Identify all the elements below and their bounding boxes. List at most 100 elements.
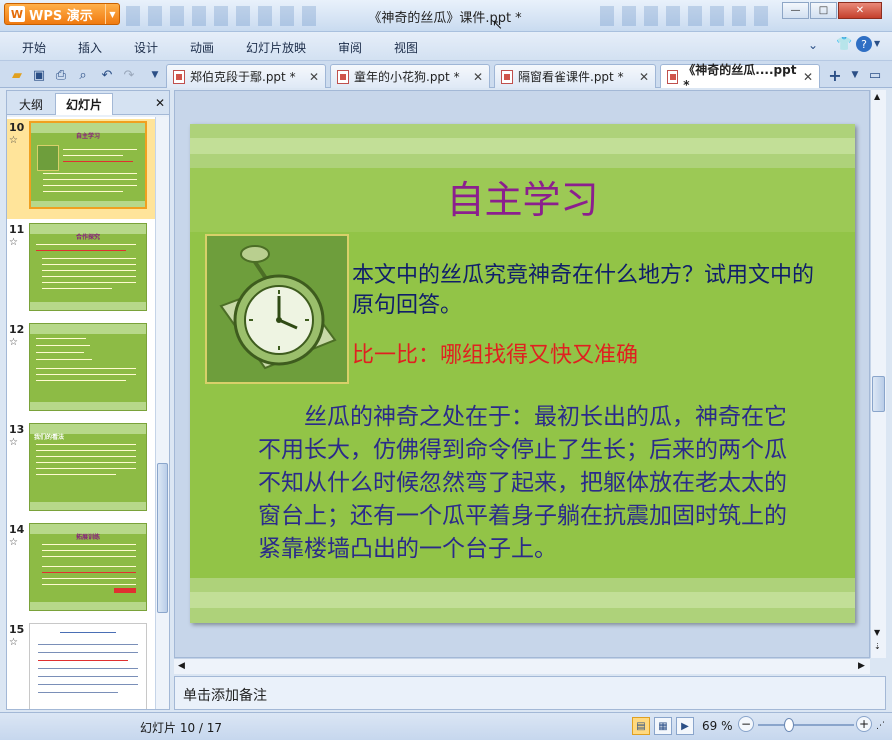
slide-number: 15 bbox=[9, 623, 25, 636]
skin-icon[interactable]: 👕 bbox=[836, 37, 852, 52]
new-tab-icon[interactable]: + bbox=[826, 66, 844, 85]
tab-doc-2[interactable]: 童年的小花狗.ppt * ✕ bbox=[330, 64, 490, 88]
thumbnail-title: 合作探究 bbox=[75, 234, 100, 241]
resize-grip-icon[interactable]: ⋰ bbox=[876, 721, 885, 731]
blurred-toolbar bbox=[126, 6, 316, 26]
animation-star-icon: ☆ bbox=[9, 135, 18, 146]
current-slide[interactable]: 自主学习 本文中的丝瓜究竟神奇在什么地方？试用文中的原句回答。 比一比：哪组找得… bbox=[190, 124, 855, 623]
print-preview-icon[interactable]: ⌕ bbox=[74, 66, 92, 84]
close-tab-icon[interactable]: ✕ bbox=[803, 70, 813, 84]
ppt-file-icon bbox=[667, 69, 679, 84]
thumbnail-title: 拓展训练 bbox=[75, 534, 100, 541]
help-dropdown-icon[interactable]: ▼ bbox=[874, 39, 880, 48]
alarm-clock-clipart[interactable] bbox=[205, 234, 349, 384]
slide-thumbnail-list: 10 ☆ 自主学习 11 ☆ 合作探究 12 ☆ 13 ☆ 我们的看法 14 ☆… bbox=[7, 117, 155, 709]
slide-thumbnail-11[interactable]: 11 ☆ 合作探究 bbox=[7, 221, 155, 321]
customize-quickbar-icon[interactable]: ▼ bbox=[146, 66, 164, 84]
close-tab-icon[interactable]: ✕ bbox=[639, 70, 649, 84]
slide-number: 12 bbox=[9, 323, 25, 336]
animation-star-icon: ☆ bbox=[9, 337, 18, 348]
slide-thumbnail-14[interactable]: 14 ☆ 拓展训练 bbox=[7, 521, 155, 621]
help-icon[interactable]: ? bbox=[856, 36, 872, 52]
ppt-file-icon bbox=[173, 69, 185, 84]
notes-pane[interactable]: 单击添加备注 bbox=[174, 676, 886, 710]
zoom-out-icon[interactable]: − bbox=[738, 716, 754, 732]
menu-review[interactable]: 审阅 bbox=[338, 39, 362, 56]
thumbnail-preview bbox=[29, 323, 147, 411]
zoom-in-icon[interactable]: + bbox=[856, 716, 872, 732]
maximize-button[interactable]: □ bbox=[810, 2, 837, 19]
animation-star-icon: ☆ bbox=[9, 237, 18, 248]
tab-slides[interactable]: 幻灯片 bbox=[55, 93, 114, 115]
close-tab-icon[interactable]: ✕ bbox=[309, 70, 319, 84]
tab-doc-3[interactable]: 隔窗看雀课件.ppt * ✕ bbox=[494, 64, 656, 88]
slide-title[interactable]: 自主学习 bbox=[190, 169, 855, 224]
notes-placeholder: 单击添加备注 bbox=[183, 688, 267, 704]
challenge-text[interactable]: 比一比：哪组找得又快又准确 bbox=[352, 337, 638, 369]
slide-thumbnail-10[interactable]: 10 ☆ 自主学习 bbox=[7, 119, 155, 219]
tab-list-icon[interactable]: ▼ bbox=[846, 66, 864, 84]
close-panel-icon[interactable]: ✕ bbox=[155, 96, 165, 110]
question-text[interactable]: 本文中的丝瓜究竟神奇在什么地方？试用文中的原句回答。 bbox=[352, 261, 832, 321]
menu-slideshow[interactable]: 幻灯片放映 bbox=[246, 39, 306, 56]
menu-view[interactable]: 视图 bbox=[394, 39, 418, 56]
print-icon[interactable]: ⎙ bbox=[52, 66, 70, 84]
window-layout-icon[interactable]: ▭ bbox=[866, 66, 884, 84]
status-bar: 幻灯片 10 / 17 ▤ ▦ ▶ 69 % − + ⋰ bbox=[0, 712, 892, 740]
scroll-right-icon[interactable]: ▶ bbox=[858, 661, 865, 671]
title-bar: W WPS 演示 ▼ 《神奇的丝瓜》课件.ppt * ↖ — □ ✕ bbox=[0, 0, 892, 32]
scroll-left-icon[interactable]: ◀ bbox=[178, 661, 185, 671]
wps-app-menu-button[interactable]: W WPS 演示 ▼ bbox=[4, 3, 120, 25]
scroll-up-icon[interactable]: ▲ bbox=[874, 92, 880, 101]
thumbnail-preview: 我们的看法 bbox=[29, 423, 147, 511]
zoom-slider-track[interactable] bbox=[758, 724, 854, 726]
panel-tabs: 大纲 幻灯片 ✕ bbox=[7, 91, 169, 115]
blurred-toolbar-right bbox=[600, 6, 770, 26]
document-tab-bar: ▰ ▣ ⎙ ⌕ ↶ ↷ ▼ 郑伯克段于鄢.ppt * ✕ 童年的小花狗.ppt … bbox=[0, 60, 892, 92]
animation-star-icon: ☆ bbox=[9, 437, 18, 448]
window-title: 《神奇的丝瓜》课件.ppt * bbox=[368, 11, 522, 26]
next-slide-icon[interactable]: ⇣ bbox=[874, 642, 881, 651]
slide-counter: 幻灯片 10 / 17 bbox=[140, 721, 223, 735]
menu-design[interactable]: 设计 bbox=[134, 39, 158, 56]
answer-text[interactable]: 丝瓜的神奇之处在于：最初长出的瓜，神奇在它不用长大，仿佛得到命令停止了生长；后来… bbox=[258, 401, 803, 566]
minimize-button[interactable]: — bbox=[782, 2, 809, 19]
scroll-down-icon[interactable]: ▼ bbox=[874, 628, 880, 637]
open-folder-icon[interactable]: ▰ bbox=[8, 66, 26, 84]
slideshow-view-icon[interactable]: ▶ bbox=[676, 717, 694, 735]
animation-star-icon: ☆ bbox=[9, 537, 18, 548]
zoom-slider-handle[interactable] bbox=[784, 718, 794, 732]
thumbnail-scrollbar[interactable] bbox=[155, 117, 169, 709]
thumbnail-preview: 合作探究 bbox=[29, 223, 147, 311]
redo-icon[interactable]: ↷ bbox=[120, 66, 138, 84]
collapse-ribbon-icon[interactable]: ⌄ bbox=[808, 38, 818, 52]
menu-animation[interactable]: 动画 bbox=[190, 39, 214, 56]
menu-home[interactable]: 开始 bbox=[22, 39, 46, 56]
normal-view-icon[interactable]: ▤ bbox=[632, 717, 650, 735]
close-button[interactable]: ✕ bbox=[838, 2, 882, 19]
save-icon[interactable]: ▣ bbox=[30, 66, 48, 84]
tab-outline[interactable]: 大纲 bbox=[9, 93, 53, 115]
slide-thumbnail-13[interactable]: 13 ☆ 我们的看法 bbox=[7, 421, 155, 521]
menu-insert[interactable]: 插入 bbox=[78, 39, 102, 56]
tab-doc-1[interactable]: 郑伯克段于鄢.ppt * ✕ bbox=[166, 64, 326, 88]
thumbnail-preview bbox=[29, 623, 147, 709]
tab-label: 《神奇的丝瓜....ppt * bbox=[683, 63, 797, 92]
canvas-horizontal-scrollbar[interactable]: ◀ ▶ bbox=[174, 658, 870, 674]
undo-icon[interactable]: ↶ bbox=[98, 66, 116, 84]
tab-doc-4-active[interactable]: 《神奇的丝瓜....ppt * ✕ bbox=[660, 63, 820, 92]
tab-label: 隔窗看雀课件.ppt * bbox=[518, 70, 624, 84]
slide-thumbnail-15[interactable]: 15 ☆ bbox=[7, 621, 155, 709]
slide-sorter-view-icon[interactable]: ▦ bbox=[654, 717, 672, 735]
app-name: WPS 演示 bbox=[29, 8, 93, 24]
canvas-vertical-scrollbar[interactable]: ▲ ▼ ⇣ bbox=[870, 90, 886, 658]
slide-thumbnail-12[interactable]: 12 ☆ bbox=[7, 321, 155, 421]
animation-star-icon: ☆ bbox=[9, 637, 18, 648]
scrollbar-thumb[interactable] bbox=[872, 376, 885, 412]
chevron-down-icon: ▼ bbox=[105, 4, 119, 24]
scrollbar-thumb[interactable] bbox=[157, 463, 168, 613]
zoom-level: 69 % bbox=[702, 719, 733, 733]
close-tab-icon[interactable]: ✕ bbox=[473, 70, 483, 84]
ppt-file-icon bbox=[501, 69, 513, 84]
slide-number: 13 bbox=[9, 423, 25, 436]
